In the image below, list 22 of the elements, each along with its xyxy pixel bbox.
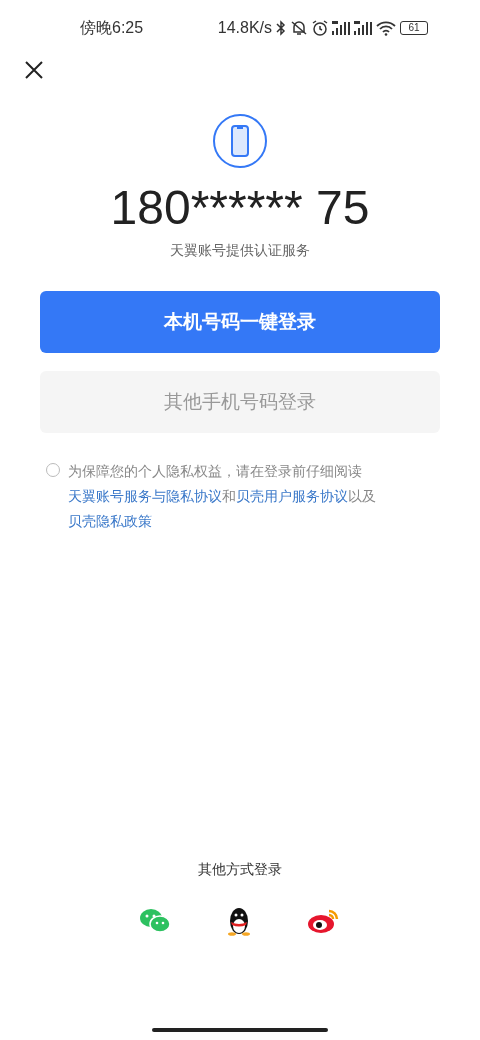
penguin-icon[interactable] (227, 906, 251, 936)
status-time: 傍晚6:25 (80, 18, 144, 38)
weibo-icon[interactable] (307, 907, 341, 935)
close-icon[interactable] (24, 60, 44, 80)
agreement-link[interactable]: 贝壳隐私政策 (68, 514, 152, 529)
masked-phone-number: 180****** 75 (110, 180, 370, 236)
muted-bell-icon (290, 20, 308, 36)
bluetooth-icon (276, 20, 286, 36)
agreement-link[interactable]: 天翼账号服务与隐私协议 (68, 489, 222, 504)
signal-icon (332, 21, 350, 35)
wifi-icon (376, 20, 396, 36)
alarm-icon (312, 20, 328, 36)
agreement-link[interactable]: 贝壳用户服务协议 (236, 489, 348, 504)
auth-provider-text: 天翼账号提供认证服务 (170, 241, 310, 260)
signal-icon (354, 21, 372, 35)
phone-icon (213, 114, 267, 168)
one-click-login-button[interactable]: 本机号码一键登录 (40, 291, 440, 353)
other-phone-login-button[interactable]: 其他手机号码登录 (40, 371, 440, 433)
network-speed: 14.8K/s (217, 18, 272, 38)
battery-icon: 61 (400, 21, 428, 35)
agreement-text: 为保障您的个人隐私权益，请在登录前仔细阅读 天翼账号服务与隐私协议和贝壳用户服务协议以及 贝壳隐私政策 (68, 463, 377, 531)
other-login-title: 其他方式登录 (198, 860, 282, 879)
